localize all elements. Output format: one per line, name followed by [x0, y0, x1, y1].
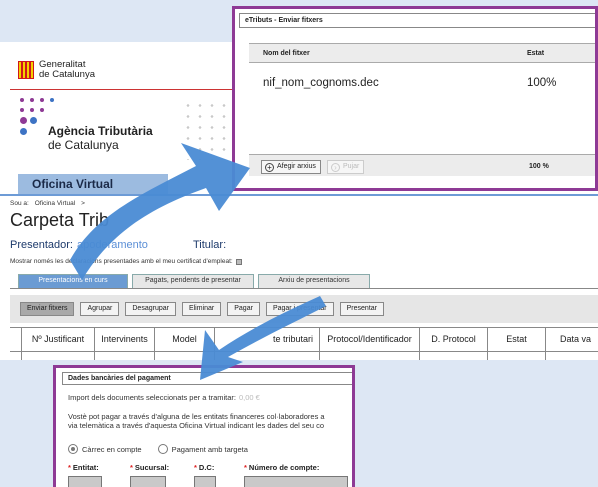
agrupar-button[interactable]: Agrupar [80, 302, 120, 316]
import-label: Import dels documents seleccionats per a… [68, 393, 236, 402]
dc-label: D.C: [198, 463, 215, 472]
presentador-label: Presentador: [10, 239, 73, 251]
radio-account-label: Càrrec en compte [82, 444, 142, 454]
presentar-button[interactable]: Presentar [339, 302, 384, 316]
upload-dialog-title: eTributs - Enviar fitxers [239, 13, 595, 28]
agencia-title: Agència Tributària de Catalunya [48, 124, 153, 152]
file-name-column-header: Nom del fitxer [263, 50, 310, 57]
upload-label: Pujar [343, 163, 360, 170]
radio-account-charge[interactable]: Càrrec en compte [68, 444, 142, 454]
tab-pagats-pendents[interactable]: Pagats, pendents de presentar [132, 274, 254, 288]
breadcrumb-separator: > [81, 200, 85, 207]
toolbar-buttons: Enviar fitxers Agrupar Desagrupar Elimin… [20, 302, 384, 316]
oficina-virtual-tab[interactable]: Oficina Virtual [18, 174, 168, 194]
tab-divider [10, 288, 598, 289]
breadcrumb: Sou a: Oficina Virtual > [10, 200, 91, 207]
column-header: Data va [546, 328, 598, 352]
presentador-value: apoderamento [76, 239, 148, 251]
only-cert-filter: Mostrar només les declaracions presentad… [10, 258, 242, 265]
only-cert-checkbox[interactable] [235, 258, 242, 265]
column-header: te tributari [215, 328, 320, 352]
payment-info-line1: Vostè pot pagar a través d'alguna de les… [68, 412, 325, 421]
upload-dialog-footer: + Afegir arxius › Pujar 100 % [249, 154, 595, 176]
radio-card-payment[interactable]: Pagament amb targeta [157, 444, 248, 454]
column-header: Estat [488, 328, 546, 352]
upload-files-dialog: eTributs - Enviar fitxers Nom del fitxer… [232, 6, 598, 191]
senyera-icon [18, 61, 34, 79]
dc-input[interactable] [194, 476, 216, 487]
pagar-i-presentar-button[interactable]: Pagar i presentar [265, 302, 334, 316]
only-cert-label: Mostrar només les declaracions presentad… [10, 258, 233, 265]
agencia-line2: de Catalunya [48, 138, 119, 152]
column-header: Protocol/Identificador [320, 328, 420, 352]
table-row[interactable] [10, 352, 598, 360]
payment-dialog-title: Dades bancàries del pagament [62, 372, 352, 385]
account-number-label: Número de compte: [248, 463, 320, 472]
column-header: Model [155, 328, 215, 352]
titular-label: Titular: [192, 239, 227, 251]
bank-payment-dialog: Dades bancàries del pagament Import dels… [53, 365, 355, 487]
upload-arrow-icon: › [331, 163, 340, 172]
account-number-input[interactable] [244, 476, 348, 487]
gencat-logo: Generalitat de Catalunya [18, 60, 95, 80]
uploaded-file-status: 100% [527, 77, 557, 89]
enviar-fitxers-button[interactable]: Enviar fitxers [20, 302, 75, 316]
oficina-divider [0, 194, 598, 196]
add-files-button[interactable]: + Afegir arxius [261, 160, 321, 174]
column-header: D. Protocol [420, 328, 488, 352]
pagar-button[interactable]: Pagar [227, 302, 260, 316]
tab-bar: Presentacions en curs Pagats, pendents d… [18, 274, 370, 288]
upload-button[interactable]: › Pujar [327, 160, 365, 174]
select-column-header [10, 328, 22, 352]
desagrupar-button[interactable]: Desagrupar [125, 302, 176, 316]
entitat-input[interactable] [68, 476, 102, 487]
payment-info-text: Vostè pot pagar a través d'alguna de les… [68, 412, 325, 430]
tab-presentacions-en-curs[interactable]: Presentacions en curs [18, 274, 128, 288]
breadcrumb-prefix: Sou a: [10, 200, 29, 207]
gencat-line2: de Catalunya [39, 69, 95, 80]
uploaded-file-name: nif_nom_cognoms.dec [263, 77, 379, 89]
add-files-label: Afegir arxius [277, 163, 316, 170]
sucursal-label: Sucursal: [134, 463, 170, 472]
page-title: Carpeta Trib [10, 210, 110, 230]
import-row: Import dels documents seleccionats per a… [68, 393, 260, 402]
presentador-row: Presentador: apoderamento Titular: [10, 239, 226, 251]
column-header: Nº Justificant [22, 328, 95, 352]
entitat-label: Entitat: [72, 463, 99, 472]
plus-circle-icon: + [265, 163, 274, 172]
radio-card-label: Pagament amb targeta [171, 444, 248, 454]
breadcrumb-item[interactable]: Oficina Virtual [35, 200, 75, 207]
column-header: Intervinents [95, 328, 155, 352]
agencia-line1: Agència Tributària [48, 124, 153, 138]
total-progress: 100 % [529, 163, 549, 170]
tab-arxiu-presentacions[interactable]: Arxiu de presentacions [258, 274, 370, 288]
status-column-header: Estat [527, 50, 545, 57]
payment-info-line2: via telemàtica a través d'aquesta Oficin… [68, 421, 325, 430]
upload-table-header: Nom del fitxer Estat [249, 43, 595, 63]
presentations-table-header: Nº Justificant Intervinents Model te tri… [10, 327, 598, 352]
eliminar-button[interactable]: Eliminar [181, 302, 222, 316]
import-value: 0,00 € [239, 393, 260, 402]
sucursal-input[interactable] [130, 476, 166, 487]
payment-method-radios: Càrrec en compte Pagament amb targeta [68, 444, 248, 454]
radio-unselected-icon [157, 444, 168, 454]
radio-selected-icon [68, 444, 78, 454]
